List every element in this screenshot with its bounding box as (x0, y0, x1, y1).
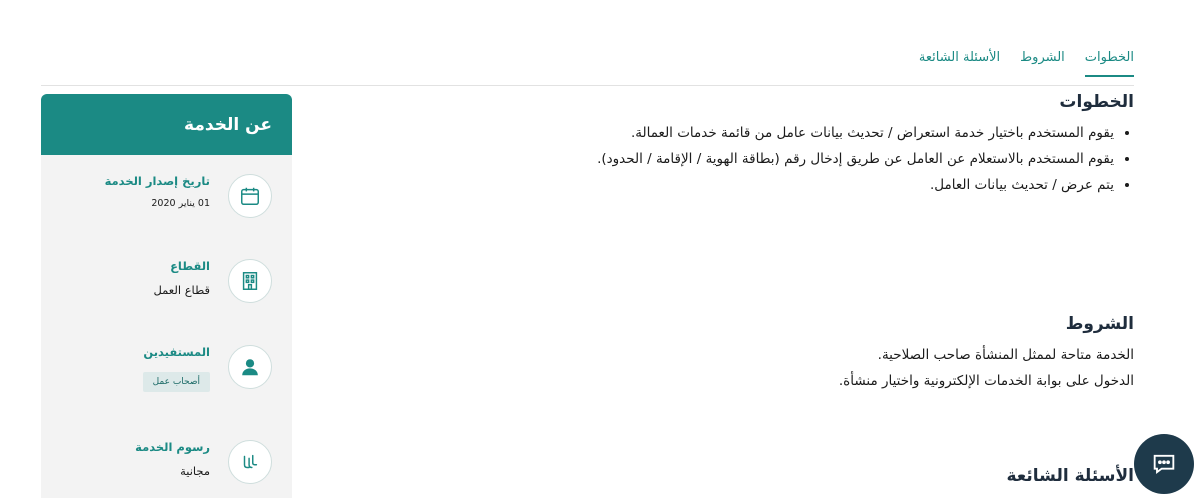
tabs-bar: الخطوات الشروط الأسئلة الشائعة (919, 50, 1134, 77)
beneficiaries-badge: أصحاب عمل (142, 372, 210, 392)
about-card-title: عن الخدمة (184, 114, 272, 135)
fees-value: مجانية (180, 464, 210, 478)
release-date-label: تاريخ إصدار الخدمة (104, 174, 210, 188)
conditions-section: الشروط الخدمة متاحة لممثل المنشأة صاحب ا… (334, 314, 1134, 394)
sector-value: قطاع العمل (153, 283, 210, 297)
tabs-divider (41, 85, 1134, 86)
sector-label: القطاع (170, 259, 210, 273)
condition-line: الدخول على بوابة الخدمات الإلكترونية واخ… (838, 373, 1134, 389)
sector-row: القطاع قطاع العمل (153, 259, 272, 303)
beneficiaries-label: المستفيدين (143, 345, 210, 359)
building-icon (228, 259, 272, 303)
faq-section: الأسئلة الشائعة (1007, 466, 1135, 494)
beneficiaries-row: المستفيدين أصحاب عمل (142, 345, 272, 392)
tab-conditions[interactable]: الشروط (1020, 50, 1065, 77)
step-item: يقوم المستخدم بالاستعلام عن العامل عن طر… (334, 146, 1114, 172)
steps-title: الخطوات (1059, 92, 1134, 112)
about-service-card: عن الخدمة تاريخ إصدار الخدمة 01 يناير 20… (41, 94, 292, 498)
faq-title: الأسئلة الشائعة (1006, 466, 1135, 486)
about-card-header: عن الخدمة (41, 94, 292, 155)
fees-row: رسوم الخدمة مجانية (135, 440, 272, 484)
riyal-icon (228, 440, 272, 484)
release-date-row: تاريخ إصدار الخدمة 01 يناير 2020 (105, 174, 272, 218)
steps-list: يقوم المستخدم باختيار خدمة استعراض / تحد… (334, 120, 1134, 198)
chat-button[interactable] (1134, 434, 1194, 494)
fees-label: رسوم الخدمة (135, 440, 210, 454)
step-item: يقوم المستخدم باختيار خدمة استعراض / تحد… (334, 120, 1114, 146)
conditions-title: الشروط (1065, 314, 1134, 334)
tab-faq[interactable]: الأسئلة الشائعة (919, 50, 1000, 77)
tab-steps[interactable]: الخطوات (1084, 50, 1134, 77)
release-date-value: 01 يناير 2020 (151, 198, 210, 209)
user-icon (228, 345, 272, 389)
step-item: يتم عرض / تحديث بيانات العامل. (334, 172, 1114, 198)
condition-line: الخدمة متاحة لممثل المنشأة صاحب الصلاحية… (877, 347, 1134, 363)
calendar-icon (228, 174, 272, 218)
chat-icon (1153, 454, 1175, 475)
steps-section: الخطوات يقوم المستخدم باختيار خدمة استعر… (334, 92, 1134, 198)
